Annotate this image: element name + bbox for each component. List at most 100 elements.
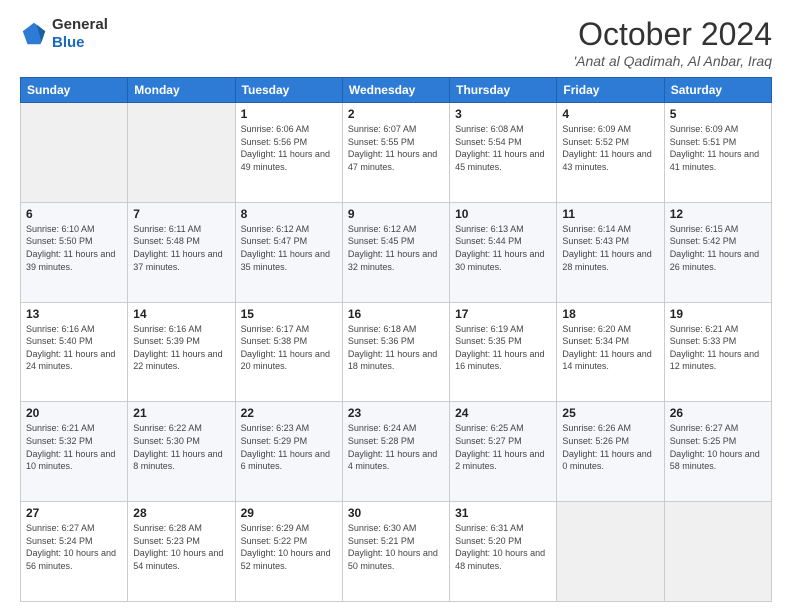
day-info: Sunrise: 6:30 AM Sunset: 5:21 PM Dayligh… (348, 522, 444, 572)
day-number: 17 (455, 307, 551, 321)
table-cell: 27Sunrise: 6:27 AM Sunset: 5:24 PM Dayli… (21, 502, 128, 602)
table-cell: 21Sunrise: 6:22 AM Sunset: 5:30 PM Dayli… (128, 402, 235, 502)
day-number: 6 (26, 207, 122, 221)
header-saturday: Saturday (664, 78, 771, 103)
day-number: 22 (241, 406, 337, 420)
day-info: Sunrise: 6:09 AM Sunset: 5:51 PM Dayligh… (670, 123, 766, 173)
day-number: 9 (348, 207, 444, 221)
day-info: Sunrise: 6:12 AM Sunset: 5:45 PM Dayligh… (348, 223, 444, 273)
table-cell: 4Sunrise: 6:09 AM Sunset: 5:52 PM Daylig… (557, 103, 664, 203)
day-number: 1 (241, 107, 337, 121)
header: General Blue October 2024 'Anat al Qadim… (20, 16, 772, 69)
day-number: 10 (455, 207, 551, 221)
day-number: 18 (562, 307, 658, 321)
day-info: Sunrise: 6:18 AM Sunset: 5:36 PM Dayligh… (348, 323, 444, 373)
table-cell: 24 Sunrise: 6:25 AM Sunset: 5:27 PM Dayli… (450, 402, 557, 502)
day-info: Sunrise: 6:25 AM Sunset: 5:27 PM Dayligh… (455, 422, 551, 472)
week-row-4: 20 Sunrise: 6:21 AM Sunset: 5:32 PM Dayli… (21, 402, 772, 502)
weekday-header-row: Sunday Monday Tuesday Wednesday Thursday… (21, 78, 772, 103)
calendar-table: Sunday Monday Tuesday Wednesday Thursday… (20, 77, 772, 602)
day-number: 20 (26, 406, 122, 420)
table-cell: 13Sunrise: 6:16 AM Sunset: 5:40 PM Dayli… (21, 302, 128, 402)
header-sunday: Sunday (21, 78, 128, 103)
day-info: Sunrise: 6:22 AM Sunset: 5:30 PM Dayligh… (133, 422, 229, 472)
table-cell: 31Sunrise: 6:31 AM Sunset: 5:20 PM Dayli… (450, 502, 557, 602)
table-cell: 15 Sunrise: 6:17 AM Sunset: 5:38 PM Dayli… (235, 302, 342, 402)
day-info: Sunrise: 6:26 AM Sunset: 5:26 PM Dayligh… (562, 422, 658, 472)
day-info: Sunrise: 6:07 AM Sunset: 5:55 PM Dayligh… (348, 123, 444, 173)
main-title: October 2024 (573, 16, 772, 53)
week-row-5: 27Sunrise: 6:27 AM Sunset: 5:24 PM Dayli… (21, 502, 772, 602)
header-friday: Friday (557, 78, 664, 103)
logo-icon (20, 20, 48, 48)
day-info: Sunrise: 6:17 AM Sunset: 5:38 PM Dayligh… (241, 323, 337, 373)
day-number: 19 (670, 307, 766, 321)
day-number: 16 (348, 307, 444, 321)
table-cell: 8Sunrise: 6:12 AM Sunset: 5:47 PM Daylig… (235, 202, 342, 302)
table-cell: 25Sunrise: 6:26 AM Sunset: 5:26 PM Dayli… (557, 402, 664, 502)
day-info: Sunrise: 6:19 AM Sunset: 5:35 PM Dayligh… (455, 323, 551, 373)
day-number: 24 (455, 406, 551, 420)
day-number: 15 (241, 307, 337, 321)
day-number: 4 (562, 107, 658, 121)
table-cell: 6 Sunrise: 6:10 AM Sunset: 5:50 PM Daylig… (21, 202, 128, 302)
day-info: Sunrise: 6:06 AM Sunset: 5:56 PM Dayligh… (241, 123, 337, 173)
table-cell: 28Sunrise: 6:28 AM Sunset: 5:23 PM Dayli… (128, 502, 235, 602)
day-number: 31 (455, 506, 551, 520)
day-number: 14 (133, 307, 229, 321)
day-info: Sunrise: 6:14 AM Sunset: 5:43 PM Dayligh… (562, 223, 658, 273)
table-cell: 14 Sunrise: 6:16 AM Sunset: 5:39 PM Dayli… (128, 302, 235, 402)
day-number: 29 (241, 506, 337, 520)
table-cell: 12 Sunrise: 6:15 AM Sunset: 5:42 PM Dayli… (664, 202, 771, 302)
header-thursday: Thursday (450, 78, 557, 103)
table-cell: 29Sunrise: 6:29 AM Sunset: 5:22 PM Dayli… (235, 502, 342, 602)
day-info: Sunrise: 6:27 AM Sunset: 5:25 PM Dayligh… (670, 422, 766, 472)
day-number: 12 (670, 207, 766, 221)
day-info: Sunrise: 6:21 AM Sunset: 5:32 PM Dayligh… (26, 422, 122, 472)
table-cell: 7Sunrise: 6:11 AM Sunset: 5:48 PM Daylig… (128, 202, 235, 302)
table-cell (21, 103, 128, 203)
day-info: Sunrise: 6:12 AM Sunset: 5:47 PM Dayligh… (241, 223, 337, 273)
table-cell: 9 Sunrise: 6:12 AM Sunset: 5:45 PM Daylig… (342, 202, 449, 302)
day-number: 13 (26, 307, 122, 321)
week-row-1: 1 Sunrise: 6:06 AM Sunset: 5:56 PM Daylig… (21, 103, 772, 203)
table-cell (128, 103, 235, 203)
day-info: Sunrise: 6:10 AM Sunset: 5:50 PM Dayligh… (26, 223, 122, 273)
table-cell: 22 Sunrise: 6:23 AM Sunset: 5:29 PM Dayli… (235, 402, 342, 502)
day-number: 11 (562, 207, 658, 221)
day-number: 26 (670, 406, 766, 420)
table-cell: 5 Sunrise: 6:09 AM Sunset: 5:51 PM Daylig… (664, 103, 771, 203)
logo-general: General (52, 16, 108, 34)
table-cell: 17 Sunrise: 6:19 AM Sunset: 5:35 PM Dayli… (450, 302, 557, 402)
day-number: 30 (348, 506, 444, 520)
day-info: Sunrise: 6:13 AM Sunset: 5:44 PM Dayligh… (455, 223, 551, 273)
week-row-3: 13Sunrise: 6:16 AM Sunset: 5:40 PM Dayli… (21, 302, 772, 402)
page: General Blue October 2024 'Anat al Qadim… (0, 0, 792, 612)
table-cell: 18Sunrise: 6:20 AM Sunset: 5:34 PM Dayli… (557, 302, 664, 402)
day-info: Sunrise: 6:16 AM Sunset: 5:39 PM Dayligh… (133, 323, 229, 373)
day-info: Sunrise: 6:08 AM Sunset: 5:54 PM Dayligh… (455, 123, 551, 173)
title-area: October 2024 'Anat al Qadimah, Al Anbar,… (573, 16, 772, 69)
table-cell: 11 Sunrise: 6:14 AM Sunset: 5:43 PM Dayli… (557, 202, 664, 302)
logo-text: General Blue (52, 16, 108, 52)
day-info: Sunrise: 6:15 AM Sunset: 5:42 PM Dayligh… (670, 223, 766, 273)
calendar-header: Sunday Monday Tuesday Wednesday Thursday… (21, 78, 772, 103)
table-cell (664, 502, 771, 602)
calendar-body: 1 Sunrise: 6:06 AM Sunset: 5:56 PM Daylig… (21, 103, 772, 602)
table-cell: 2 Sunrise: 6:07 AM Sunset: 5:55 PM Daylig… (342, 103, 449, 203)
day-number: 2 (348, 107, 444, 121)
week-row-2: 6 Sunrise: 6:10 AM Sunset: 5:50 PM Daylig… (21, 202, 772, 302)
day-info: Sunrise: 6:24 AM Sunset: 5:28 PM Dayligh… (348, 422, 444, 472)
table-cell: 10 Sunrise: 6:13 AM Sunset: 5:44 PM Dayli… (450, 202, 557, 302)
day-info: Sunrise: 6:23 AM Sunset: 5:29 PM Dayligh… (241, 422, 337, 472)
day-number: 5 (670, 107, 766, 121)
table-cell: 3 Sunrise: 6:08 AM Sunset: 5:54 PM Daylig… (450, 103, 557, 203)
day-info: Sunrise: 6:21 AM Sunset: 5:33 PM Dayligh… (670, 323, 766, 373)
table-cell: 1 Sunrise: 6:06 AM Sunset: 5:56 PM Daylig… (235, 103, 342, 203)
day-number: 3 (455, 107, 551, 121)
table-cell: 26 Sunrise: 6:27 AM Sunset: 5:25 PM Dayli… (664, 402, 771, 502)
logo: General Blue (20, 16, 108, 52)
table-cell: 20 Sunrise: 6:21 AM Sunset: 5:32 PM Dayli… (21, 402, 128, 502)
table-cell: 23Sunrise: 6:24 AM Sunset: 5:28 PM Dayli… (342, 402, 449, 502)
day-number: 27 (26, 506, 122, 520)
